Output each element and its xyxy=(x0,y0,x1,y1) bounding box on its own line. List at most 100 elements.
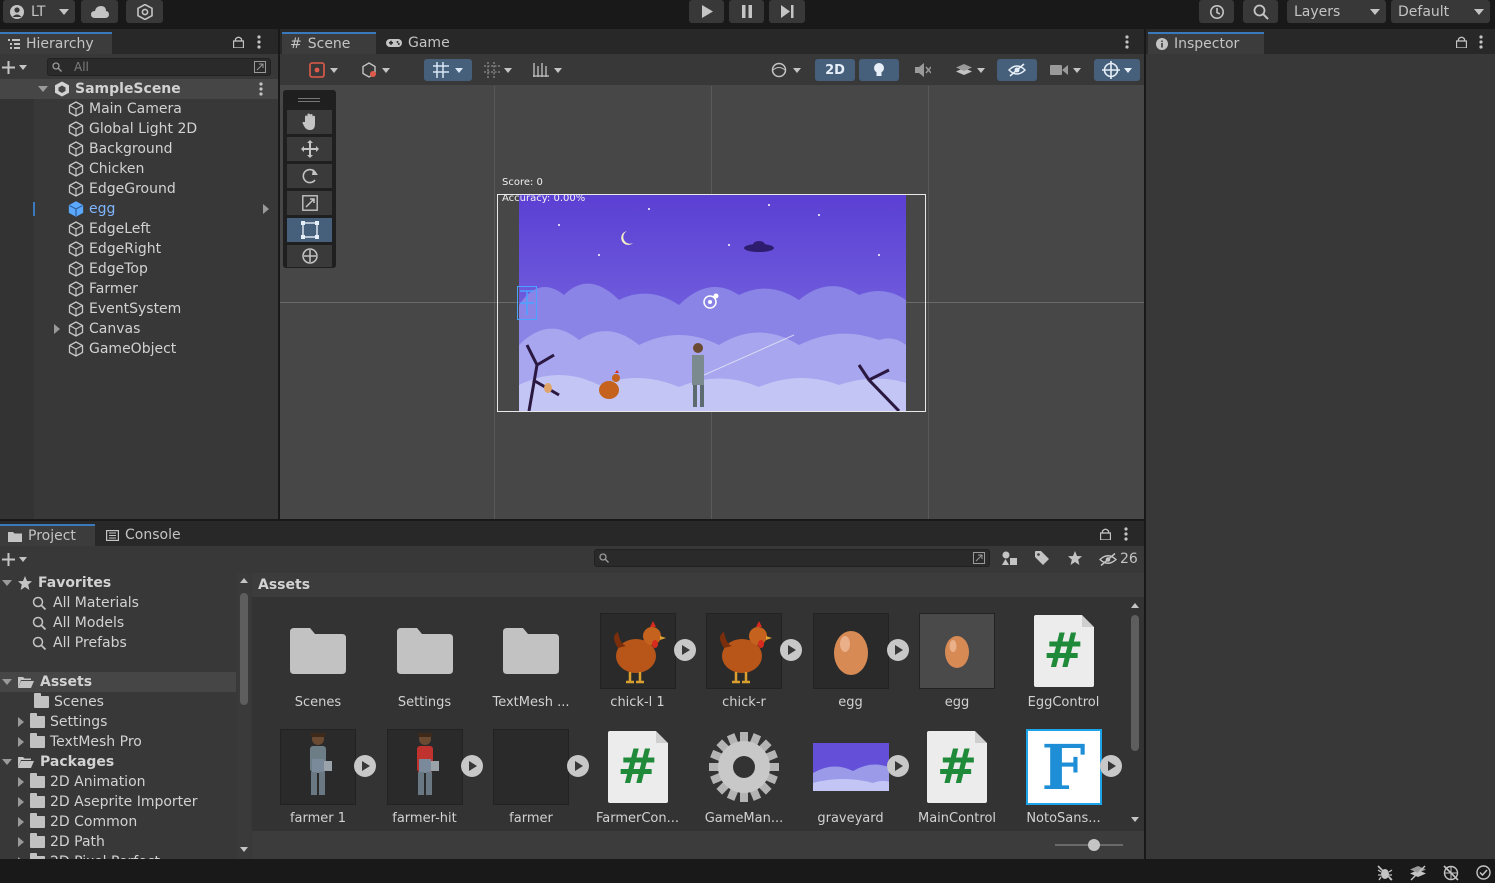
asset-tile[interactable]: farmer-hit xyxy=(373,729,483,839)
collab-button[interactable] xyxy=(126,0,163,23)
tab-hierarchy[interactable]: Hierarchy xyxy=(0,32,112,54)
shading-mode-button[interactable] xyxy=(762,59,810,81)
debug-bug-icon[interactable] xyxy=(1377,865,1393,881)
audio-toggle-button[interactable] xyxy=(903,59,943,81)
more-options-icon[interactable] xyxy=(1125,35,1129,49)
move-tool-button[interactable] xyxy=(287,137,332,161)
assets-tree-item[interactable]: Scenes xyxy=(22,692,104,712)
expand-arrow-icon[interactable] xyxy=(18,717,24,727)
lighting-toggle-button[interactable] xyxy=(859,59,899,81)
chevron-right-icon[interactable] xyxy=(263,204,269,214)
more-options-icon[interactable] xyxy=(257,35,261,49)
cache-server-icon[interactable] xyxy=(1410,865,1426,881)
hand-tool-button[interactable] xyxy=(287,110,332,134)
asset-tile[interactable]: # MainControl xyxy=(905,729,1009,839)
tree-scrollbar[interactable] xyxy=(237,573,251,859)
effects-toggle-button[interactable] xyxy=(947,59,993,81)
star-icon[interactable] xyxy=(1068,551,1082,565)
asset-tile[interactable]: Settings xyxy=(373,613,477,723)
scrollbar-thumb[interactable] xyxy=(240,593,248,705)
search-options-icon[interactable] xyxy=(254,61,266,73)
hierarchy-item[interactable]: EventSystem xyxy=(0,299,278,319)
gizmos-button[interactable] xyxy=(1094,59,1140,81)
hierarchy-item[interactable]: GameObject xyxy=(0,339,278,359)
search-button[interactable] xyxy=(1243,0,1278,23)
tab-game[interactable]: Game xyxy=(378,32,468,54)
asset-tile[interactable]: F NotoSans... xyxy=(1012,729,1122,839)
check-circle-icon[interactable] xyxy=(1476,865,1491,880)
zoom-slider-thumb[interactable] xyxy=(1088,839,1100,851)
hierarchy-item[interactable]: egg xyxy=(0,199,278,219)
undo-history-button[interactable] xyxy=(1199,0,1234,23)
package-tree-item[interactable]: 2D Aseprite Importer xyxy=(18,792,198,812)
transform-tool-button[interactable] xyxy=(287,245,332,267)
expand-arrow-icon[interactable] xyxy=(38,86,48,92)
hierarchy-item[interactable]: EdgeTop xyxy=(0,259,278,279)
palette-grip[interactable] xyxy=(298,98,320,99)
lock-icon[interactable] xyxy=(233,36,244,48)
tree-favorites[interactable]: Favorites xyxy=(0,573,236,593)
hierarchy-item[interactable]: Global Light 2D xyxy=(0,119,278,139)
package-tree-item[interactable]: 2D Path xyxy=(18,832,105,852)
tab-project[interactable]: Project xyxy=(0,524,95,546)
tab-scene[interactable]: # Scene xyxy=(282,32,376,54)
scene-camera-button[interactable] xyxy=(1041,59,1089,81)
tab-console[interactable]: Console xyxy=(98,524,193,546)
mode-2d-button[interactable]: 2D xyxy=(815,59,855,81)
expand-arrow-icon[interactable] xyxy=(18,797,24,807)
expand-arrow-icon[interactable] xyxy=(18,777,24,787)
more-options-icon[interactable] xyxy=(1479,35,1483,49)
hierarchy-search-input[interactable]: All xyxy=(47,58,271,76)
scene-viewport[interactable]: Score: 0 Accuracy: 0.00% xyxy=(280,86,1144,519)
tree-packages[interactable]: Packages xyxy=(0,752,236,772)
asset-tile[interactable]: # EggControl xyxy=(1012,613,1116,723)
expand-arrow-icon[interactable] xyxy=(2,679,12,685)
scroll-up-icon[interactable] xyxy=(1131,603,1139,608)
scrollbar-thumb[interactable] xyxy=(1131,615,1139,751)
account-dropdown[interactable]: LT xyxy=(3,0,75,23)
search-options-icon[interactable] xyxy=(973,552,985,564)
favorite-item[interactable]: All Prefabs xyxy=(32,633,127,653)
favorite-item[interactable]: All Models xyxy=(32,613,124,633)
asset-tile[interactable]: farmer xyxy=(479,729,589,839)
label-tag-icon[interactable] xyxy=(1035,551,1049,565)
hierarchy-item[interactable]: Farmer xyxy=(0,279,278,299)
tool-handle-rotation-button[interactable] xyxy=(353,59,397,81)
assets-tree-item[interactable]: TextMesh Pro xyxy=(18,732,142,752)
expand-arrow-icon[interactable] xyxy=(2,580,12,586)
hierarchy-item[interactable]: EdgeGround xyxy=(0,179,278,199)
grid-scrollbar[interactable] xyxy=(1128,599,1142,829)
package-tree-item[interactable]: 2D Animation xyxy=(18,772,146,792)
hierarchy-item[interactable]: Main Camera xyxy=(0,99,278,119)
asset-tile[interactable]: Scenes xyxy=(266,613,370,723)
favorite-item[interactable]: All Materials xyxy=(32,593,139,613)
asset-tile[interactable]: egg xyxy=(799,613,909,723)
asset-tile[interactable]: chick-r xyxy=(692,613,802,723)
expand-arrow-icon[interactable] xyxy=(54,324,60,334)
filter-by-type-icon[interactable] xyxy=(1002,551,1018,565)
step-button[interactable] xyxy=(769,0,805,23)
scene-visibility-button[interactable] xyxy=(997,59,1037,81)
layout-dropdown[interactable]: Default xyxy=(1391,0,1490,23)
hierarchy-item[interactable]: Canvas xyxy=(0,319,278,339)
ruler-button[interactable] xyxy=(525,59,570,81)
assets-tree-item[interactable]: Settings xyxy=(18,712,107,732)
tree-assets[interactable]: Assets xyxy=(0,672,236,692)
project-search-input[interactable] xyxy=(594,549,990,567)
tool-handle-position-button[interactable] xyxy=(301,59,345,81)
scroll-up-icon[interactable] xyxy=(240,578,248,583)
scroll-down-icon[interactable] xyxy=(1131,817,1139,822)
hidden-packages-toggle[interactable]: 26 xyxy=(1099,551,1138,567)
expand-arrow-icon[interactable] xyxy=(2,759,12,765)
hierarchy-item[interactable]: EdgeLeft xyxy=(0,219,278,239)
lock-icon[interactable] xyxy=(1456,36,1467,48)
rect-tool-button[interactable] xyxy=(287,218,332,242)
tab-inspector[interactable]: Inspector xyxy=(1148,32,1264,54)
scene-row[interactable]: SampleScene xyxy=(0,79,278,99)
scale-tool-button[interactable] xyxy=(287,191,332,215)
increment-snap-button[interactable] xyxy=(477,59,519,81)
package-tree-item[interactable]: 2D Common xyxy=(18,812,137,832)
scroll-down-icon[interactable] xyxy=(240,847,248,852)
asset-tile[interactable]: GameMan... xyxy=(692,729,796,839)
hierarchy-item[interactable]: Chicken xyxy=(0,159,278,179)
